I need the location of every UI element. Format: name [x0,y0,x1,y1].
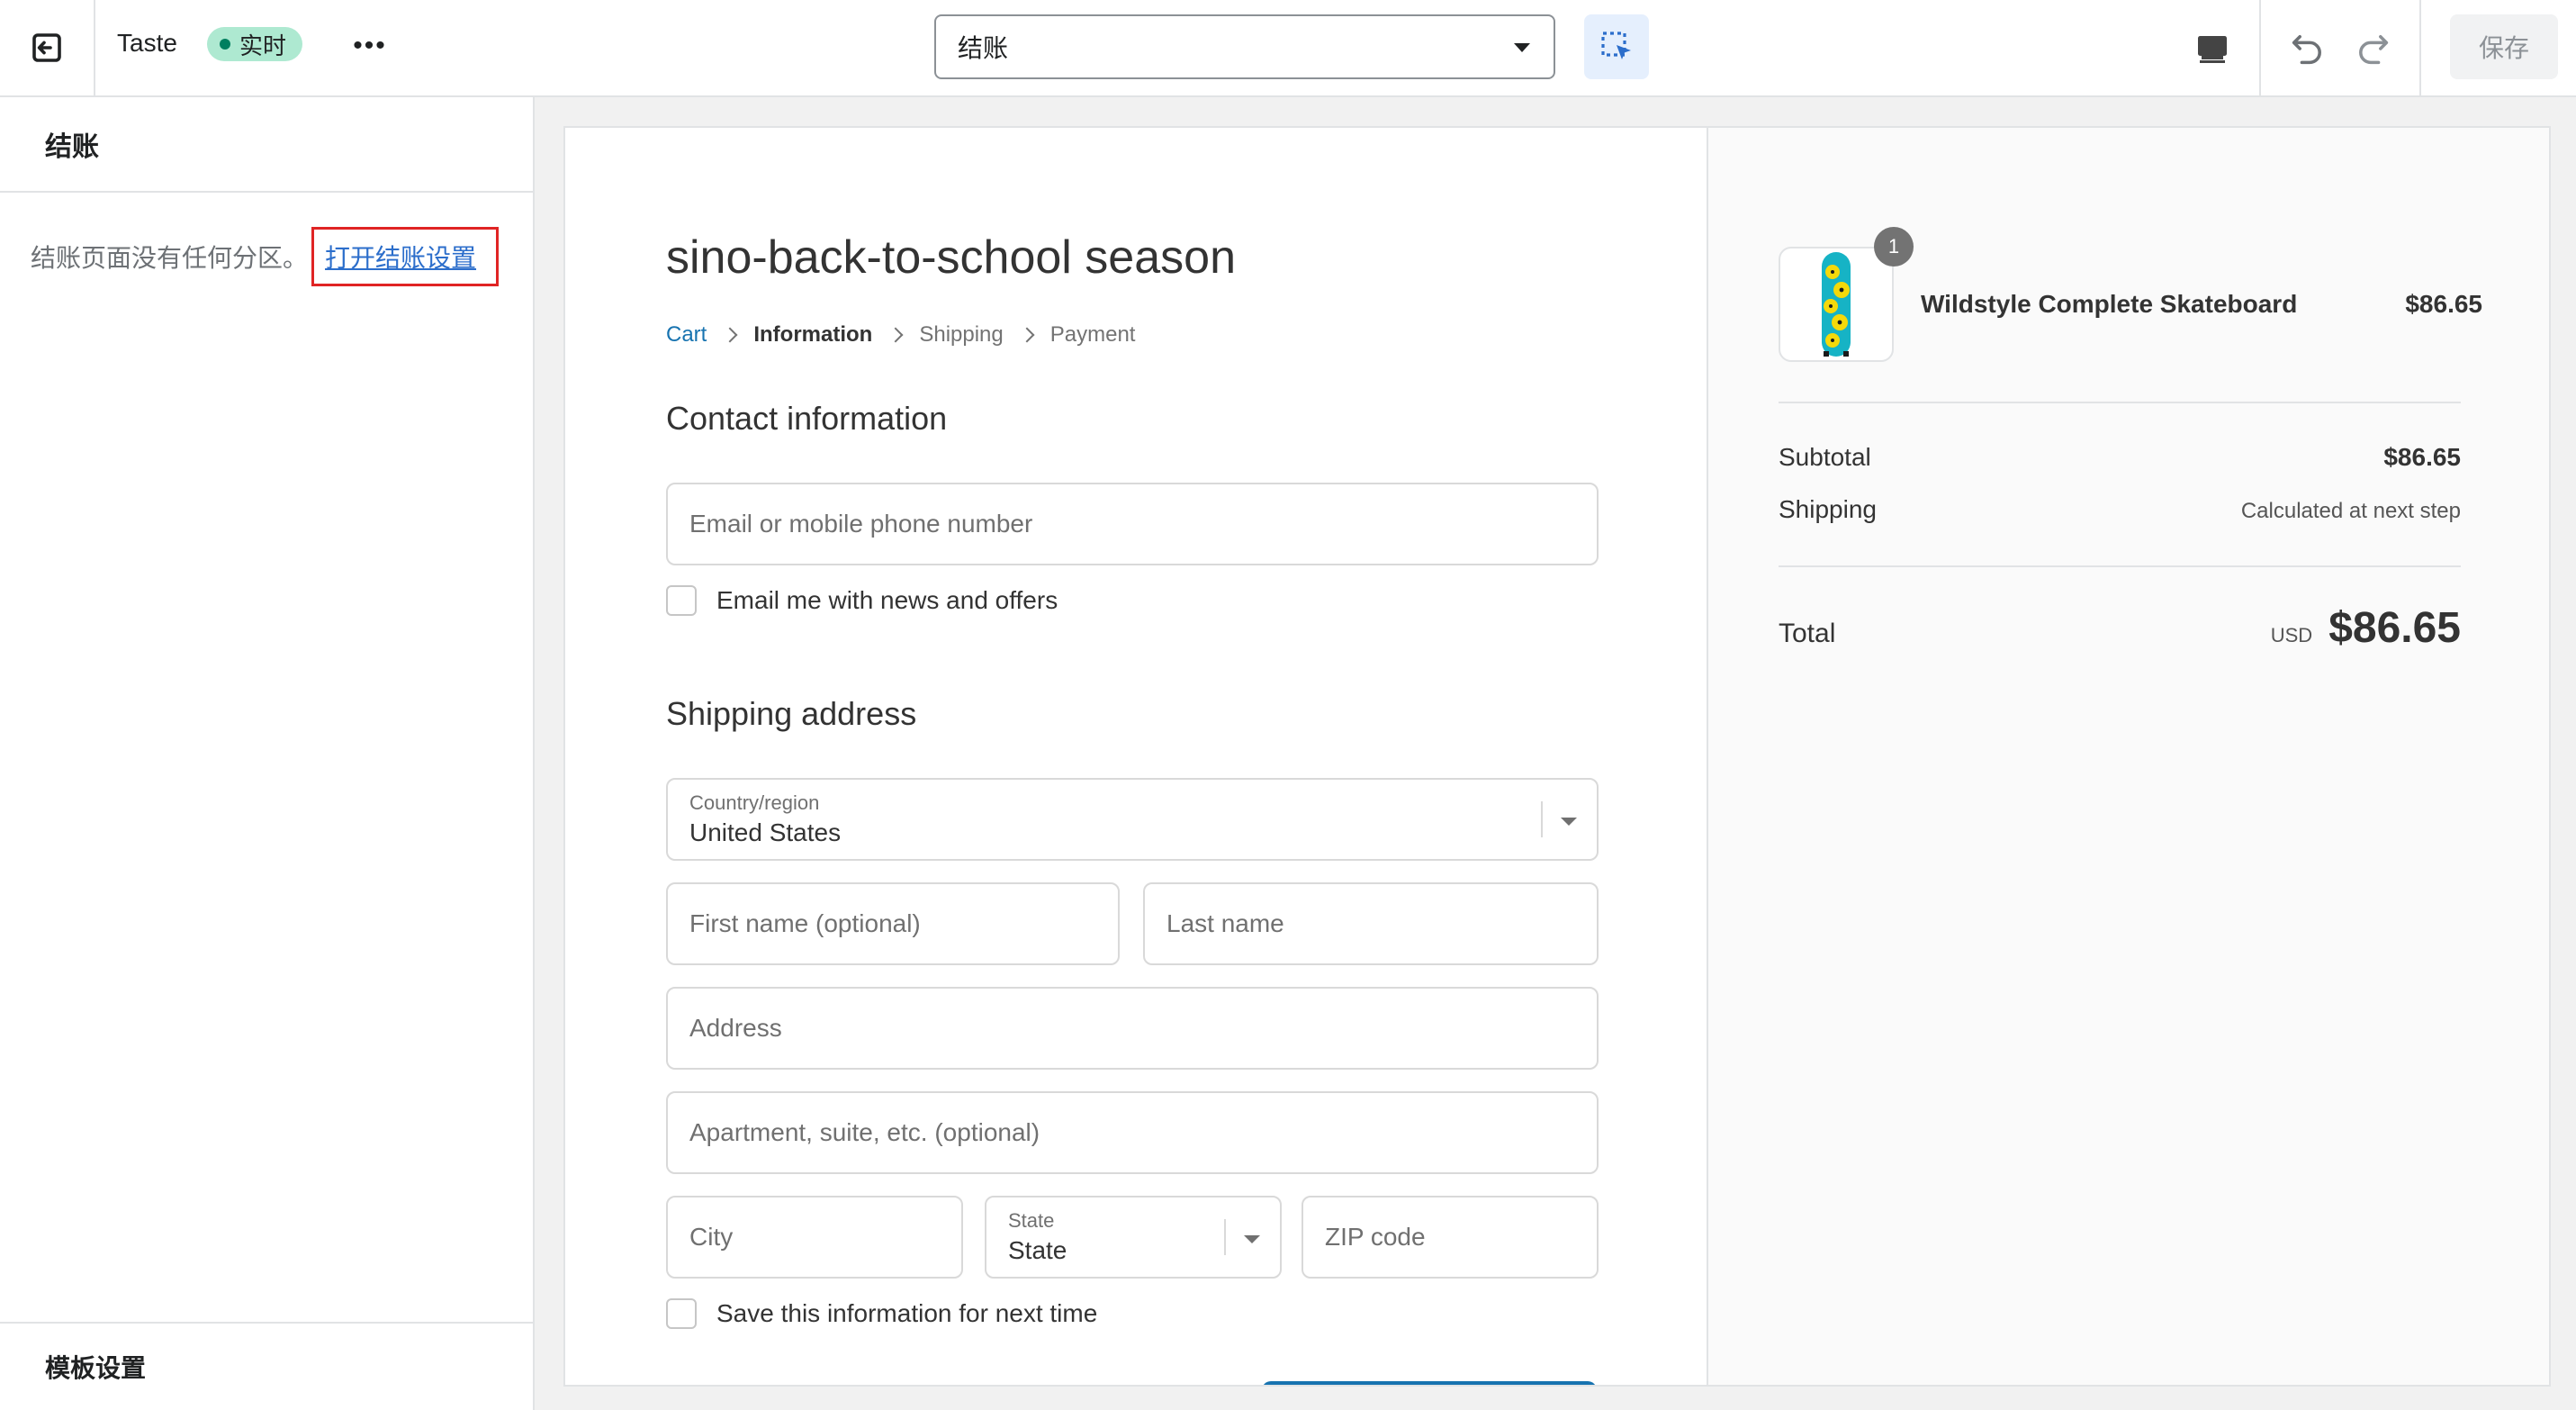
exit-icon [32,33,61,62]
save-info-label: Save this information for next time [716,1299,1098,1327]
checkout-main-column: sino-back-to-school season Cart Informat… [565,128,1707,1385]
city-input[interactable]: City [666,1196,963,1279]
desktop-view-button[interactable] [2185,22,2239,76]
summary-divider [1779,565,2461,567]
shipping-heading: Shipping address [666,695,917,732]
address-input[interactable]: Address [666,987,1599,1070]
save-info-checkbox[interactable] [666,1298,697,1329]
contact-heading: Contact information [666,400,948,437]
select-cursor-icon [1601,32,1631,59]
country-label: Country/region [689,791,820,814]
caret-down-icon [1244,1235,1260,1243]
page-template-select[interactable]: 结账 [934,14,1555,79]
total-label: Total [1779,619,1836,648]
total-amount: USD $86.65 [2271,603,2461,653]
last-name-input[interactable]: Last name [1143,882,1599,965]
desktop-icon [2198,36,2227,63]
theme-name: Taste [117,29,177,57]
news-checkbox-label: Email me with news and offers [716,586,1058,614]
chevron-right-icon [887,327,904,343]
sidebar-title: 结账 [0,97,533,193]
total-currency: USD [2270,624,2313,646]
sidebar-note: 结账页面没有任何分区。 打开结账设置 [31,227,500,286]
first-name-input[interactable]: First name (optional) [666,882,1120,965]
country-value: United States [689,818,842,846]
shipping-value: Calculated at next step [2240,499,2461,523]
more-actions-button[interactable]: ••• [349,25,391,67]
breadcrumb-payment: Payment [1049,322,1136,347]
product-name: Wildstyle Complete Skateboard [1921,290,2298,318]
news-checkbox-row[interactable]: Email me with news and offers [666,585,1058,616]
checkout-preview: sino-back-to-school season Cart Informat… [563,126,2551,1387]
caret-down-icon [1514,43,1530,52]
undo-button[interactable] [2281,22,2335,76]
editor-topbar: Taste 实时 ••• 结账 保存 [0,0,2576,97]
shop-name: sino-back-to-school season [666,231,1236,284]
undo-icon [2292,35,2321,65]
state-value: State [1008,1236,1067,1264]
continue-to-shipping-button[interactable] [1262,1381,1597,1385]
more-icon: ••• [353,31,387,60]
quantity-badge: 1 [1874,227,1914,267]
shipping-row: Shipping Calculated at next step [1779,495,2461,524]
save-button[interactable]: 保存 [2450,14,2558,79]
state-label: State [1008,1209,1055,1232]
chevron-right-icon [722,327,738,343]
subtotal-row: Subtotal $86.65 [1779,443,2461,472]
subtotal-label: Subtotal [1779,443,1871,471]
product-price: $86.65 [2405,290,2482,318]
subtotal-value: $86.65 [2383,443,2461,471]
editor-sidebar: 结账 结账页面没有任何分区。 打开结账设置 模板设置 [0,97,535,1410]
order-summary: 1 Wildstyle Complete Skateboard $86.65 S… [1707,128,2549,1385]
breadcrumb: Cart Information Shipping Payment [666,322,1135,348]
redo-button[interactable] [2346,22,2400,76]
total-value: $86.65 [2328,604,2461,652]
breadcrumb-cart[interactable]: Cart [666,322,707,348]
open-checkout-settings-link[interactable]: 打开结账设置 [311,227,500,286]
no-sections-text: 结账页面没有任何分区。 [31,244,309,272]
redo-icon [2359,35,2389,65]
topbar-divider [2259,0,2261,95]
live-badge-label: 实时 [239,32,287,59]
theme-settings-button[interactable]: 模板设置 [0,1322,533,1410]
live-status-badge: 实时 [207,27,303,61]
page-select-value: 结账 [958,34,1009,62]
state-select[interactable]: State State [985,1196,1282,1279]
zip-input[interactable]: ZIP code [1302,1196,1599,1279]
inspector-toggle-button[interactable] [1584,14,1649,79]
email-input[interactable]: Email or mobile phone number [666,483,1599,565]
total-row: Total USD $86.65 [1779,603,2461,653]
exit-button[interactable] [0,0,95,95]
status-dot-icon [220,39,230,50]
select-divider [1224,1219,1226,1255]
chevron-right-icon [1019,327,1035,343]
caret-down-icon [1561,818,1577,826]
breadcrumb-information: Information [753,322,873,347]
country-select[interactable]: Country/region United States [666,778,1599,861]
select-divider [1541,801,1543,837]
skateboard-image [1822,252,1851,357]
breadcrumb-shipping: Shipping [919,322,1004,347]
summary-divider [1779,402,2461,403]
shipping-label: Shipping [1779,495,1877,523]
product-thumbnail [1779,247,1894,362]
save-info-checkbox-row[interactable]: Save this information for next time [666,1298,1097,1329]
apartment-input[interactable]: Apartment, suite, etc. (optional) [666,1091,1599,1174]
news-checkbox[interactable] [666,585,697,616]
topbar-divider [2419,0,2421,95]
